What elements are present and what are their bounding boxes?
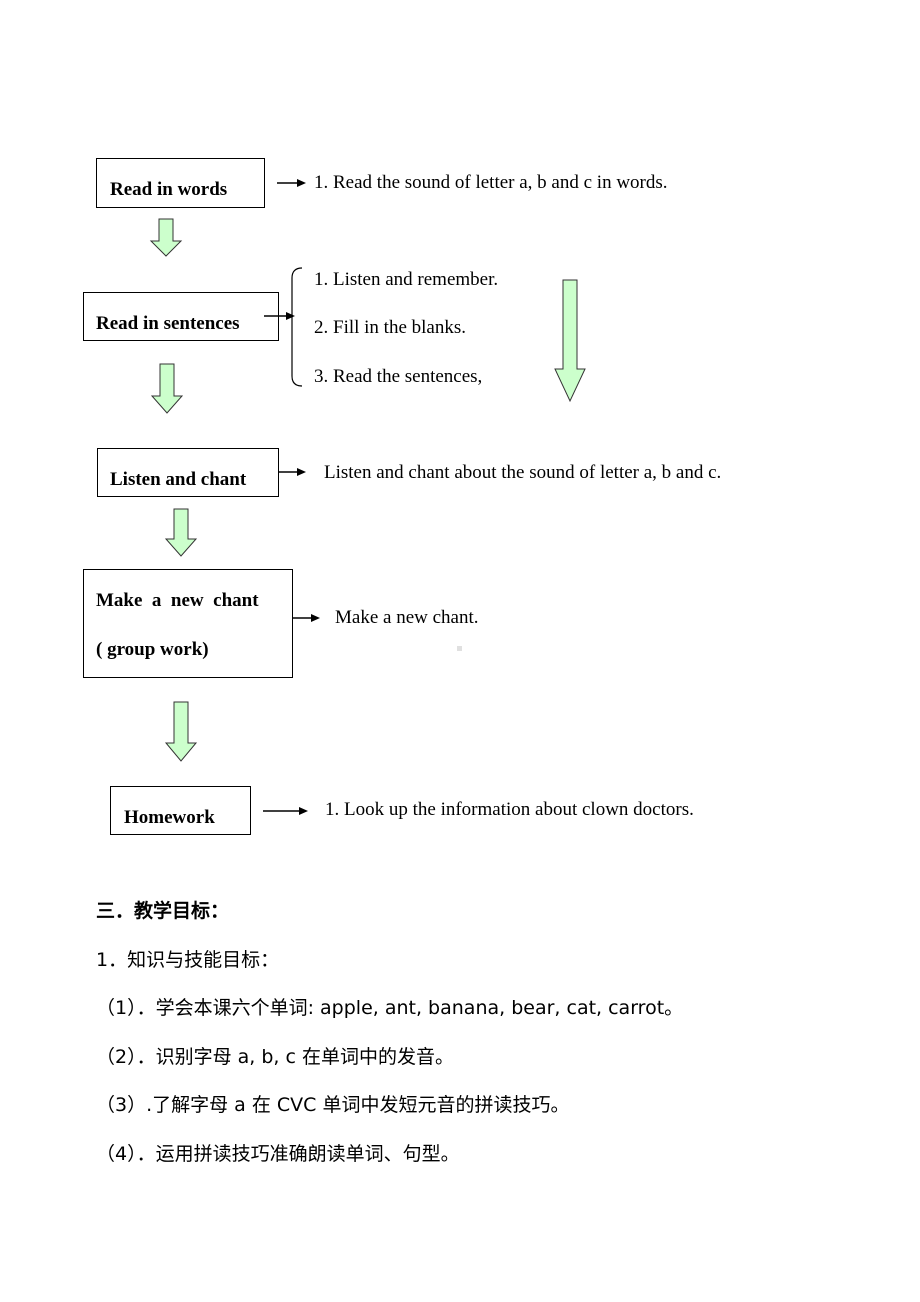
down-arrow-icon <box>149 218 183 257</box>
step-label: Homework <box>124 807 215 828</box>
step-label: Listen and chant <box>110 469 247 490</box>
right-arrow-icon <box>293 614 320 622</box>
step-box-read-in-words: Read in words <box>96 158 265 208</box>
objective-item: （1）．学会本课六个单词: apple, ant, banana, bear, … <box>96 997 684 1019</box>
down-arrow-icon <box>164 508 198 557</box>
step-note: 3. Read the sentences, <box>314 366 483 387</box>
step-note: Make a new chant. <box>335 607 479 628</box>
step-box-listen-and-chant: Listen and chant <box>97 448 279 497</box>
right-arrow-icon <box>279 468 306 476</box>
subsection-heading: 1．知识与技能目标： <box>96 949 280 971</box>
stray-mark <box>457 646 462 651</box>
objective-item: （3）.了解字母 a 在 CVC 单词中发短元音的拼读技巧。 <box>96 1094 570 1116</box>
step-note: 2. Fill in the blanks. <box>314 317 466 338</box>
step-box-homework: Homework <box>110 786 251 835</box>
step-note: 1. Listen and remember. <box>314 269 499 290</box>
long-down-arrow-icon <box>554 279 586 403</box>
step-note: 1. Read the sound of letter a, b and c i… <box>314 172 668 193</box>
objective-item: （2）．识别字母 a, b, c 在单词中的发音。 <box>96 1046 454 1068</box>
step-box-make-a-new-chant: Make a new chant ( group work) <box>83 569 293 678</box>
step-note: Listen and chant about the sound of lett… <box>324 462 722 483</box>
down-arrow-icon <box>150 363 184 414</box>
down-arrow-icon <box>164 701 198 762</box>
objective-item: （4）．运用拼读技巧准确朗读单词、句型。 <box>96 1143 460 1165</box>
step-box-read-in-sentences: Read in sentences <box>83 292 279 341</box>
right-arrow-icon <box>263 807 308 815</box>
brace-icon <box>291 267 303 387</box>
right-arrow-icon <box>277 179 306 187</box>
step-label-line2: ( group work) <box>96 639 209 660</box>
section-heading: 三．教学目标： <box>96 900 230 922</box>
step-label-line1: Make a new chant <box>96 590 259 611</box>
step-note: 1. Look up the information about clown d… <box>325 799 694 820</box>
step-label: Read in sentences <box>96 313 240 334</box>
step-label: Read in words <box>110 179 228 200</box>
